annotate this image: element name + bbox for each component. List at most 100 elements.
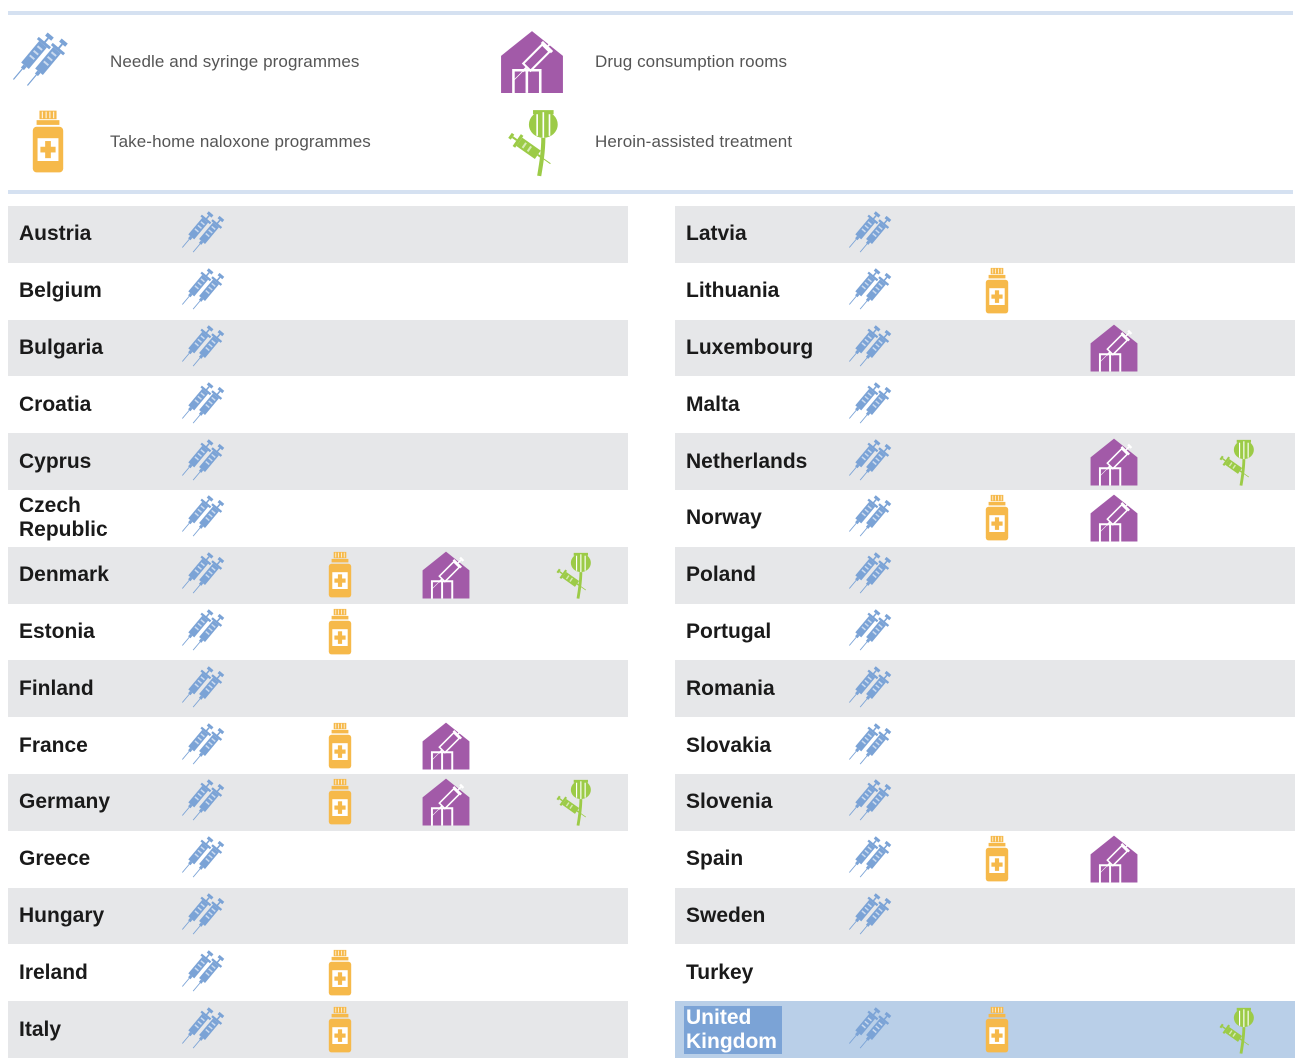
syringe-icon (845, 1003, 907, 1057)
naloxone-bottle-icon (966, 1003, 1028, 1057)
country-row: Netherlands (675, 433, 1295, 490)
syringe-icon (178, 605, 240, 659)
syringe-icon (845, 548, 907, 602)
country-row: Poland (675, 546, 1295, 604)
country-row: Sweden (675, 887, 1295, 945)
country-name: Portugal (686, 619, 772, 643)
country-name: Lithuania (686, 279, 780, 303)
syringe-icon (178, 775, 240, 829)
house-syringe-icon (415, 548, 477, 602)
syringe-icon (178, 378, 240, 432)
syringe-icon (178, 889, 240, 943)
syringe-icon (178, 548, 240, 602)
country-row: Slovakia (675, 717, 1295, 774)
poppy-syringe-icon (1205, 435, 1267, 489)
house-syringe-icon (415, 775, 477, 829)
country-row: Spain (675, 831, 1295, 888)
country-name: United Kingdom (684, 1005, 782, 1054)
syringe-icon (178, 321, 240, 375)
syringe-icon (178, 832, 240, 886)
country-name: Austria (19, 222, 92, 246)
syringe-icon (845, 321, 907, 375)
naloxone-bottle-icon (309, 946, 371, 1000)
country-name: Ireland (19, 960, 88, 984)
poppy-syringe-icon (542, 548, 604, 602)
country-name: Estonia (19, 619, 95, 643)
syringe-icon (845, 207, 907, 261)
country-row: Norway (675, 490, 1295, 547)
country-row: Malta (675, 376, 1295, 433)
syringe-icon (178, 207, 240, 261)
naloxone-bottle-icon (966, 832, 1028, 886)
syringe-icon (845, 775, 907, 829)
naloxone-bottle-icon (309, 605, 371, 659)
country-name: Poland (686, 563, 757, 587)
legend-item-dcr: Drug consumption rooms (492, 26, 787, 98)
country-row: Luxembourg (675, 319, 1295, 377)
syringe-icon (178, 946, 240, 1000)
syringe-icon (178, 264, 240, 318)
naloxone-bottle-icon (966, 491, 1028, 545)
country-row: Belgium (8, 263, 628, 320)
syringe-icon (178, 435, 240, 489)
country-name: Italy (19, 1017, 62, 1041)
syringe-icon (178, 1003, 240, 1057)
country-name: France (19, 733, 88, 757)
syringe-icon (845, 378, 907, 432)
country-row: Czech Republic (8, 490, 628, 547)
country-row: Portugal (675, 604, 1295, 661)
country-row: Estonia (8, 604, 628, 661)
country-row: United Kingdom (675, 1001, 1295, 1058)
top-rule (8, 11, 1293, 15)
country-row: Hungary (8, 887, 628, 945)
country-name: Croatia (19, 392, 92, 416)
country-name: Slovenia (686, 790, 773, 814)
country-row: Germany (8, 773, 628, 831)
country-name: Cyprus (19, 449, 92, 473)
legend-label-naloxone: Take-home naloxone programmes (110, 132, 371, 151)
country-name: Greece (19, 847, 91, 871)
syringe-icon (845, 435, 907, 489)
syringe-icon (178, 719, 240, 773)
country-row: Lithuania (675, 263, 1295, 320)
poppy-syringe-icon (1205, 1003, 1267, 1057)
house-syringe-icon (1083, 435, 1145, 489)
country-row: Denmark (8, 546, 628, 604)
country-name: Norway (686, 506, 762, 530)
country-name: Finland (19, 676, 94, 700)
house-syringe-icon (1083, 491, 1145, 545)
house-syringe-icon (415, 719, 477, 773)
country-row: Romania (675, 660, 1295, 718)
country-row: Turkey (675, 944, 1295, 1001)
naloxone-bottle-icon (309, 775, 371, 829)
country-name: Latvia (686, 222, 747, 246)
poppy-syringe-icon (542, 775, 604, 829)
syringe-icon (178, 491, 240, 545)
country-row: Latvia (675, 206, 1295, 263)
syringe-icon (845, 605, 907, 659)
country-row: Croatia (8, 376, 628, 433)
syringe-icon (845, 491, 907, 545)
naloxone-bottle-icon (966, 264, 1028, 318)
country-name: Spain (686, 847, 744, 871)
country-row: Slovenia (675, 773, 1295, 831)
country-row: Bulgaria (8, 319, 628, 377)
country-name: Denmark (19, 563, 109, 587)
country-name: Sweden (686, 903, 766, 927)
country-row: Austria (8, 206, 628, 263)
house-syringe-icon (1083, 832, 1145, 886)
country-row: Finland (8, 660, 628, 718)
country-name: Luxembourg (686, 335, 814, 359)
syringe-icon (845, 889, 907, 943)
syringe-icon (845, 719, 907, 773)
country-name: Hungary (19, 903, 105, 927)
country-name: Czech Republic (19, 494, 108, 542)
legend-item-hat: Heroin-assisted treatment (492, 106, 792, 178)
syringe-icon (845, 264, 907, 318)
country-row: France (8, 717, 628, 774)
legend-item-nsp: Needle and syringe programmes (8, 26, 360, 98)
country-row: Italy (8, 1001, 628, 1058)
country-name: Germany (19, 790, 111, 814)
legend-label-nsp: Needle and syringe programmes (110, 52, 360, 71)
country-name: Bulgaria (19, 335, 104, 359)
